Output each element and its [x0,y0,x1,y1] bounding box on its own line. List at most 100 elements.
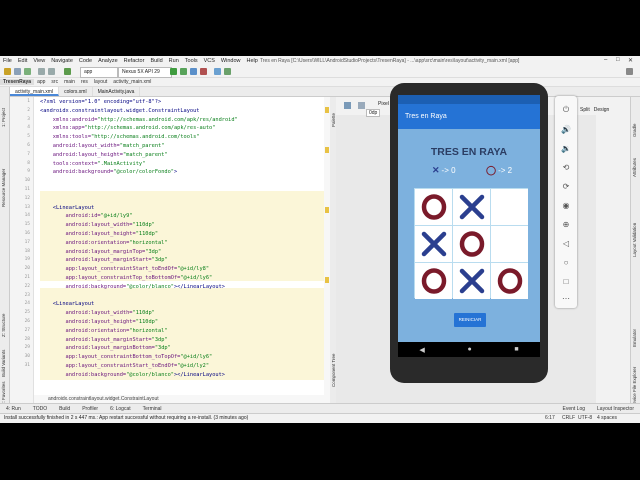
line-number[interactable]: 18 [25,249,30,254]
recents-icon[interactable]: ■ [514,346,518,353]
rotate-right-icon[interactable]: ⟳ [560,180,572,192]
line-number[interactable]: 15 [25,222,30,227]
line-number[interactable]: 24 [25,301,30,306]
device-select[interactable]: Nexus 5X API 29 [118,67,172,78]
tab-main-activity[interactable]: MainActivity.java [93,87,141,96]
indent-setting[interactable]: 4 spaces [597,414,617,423]
line-separator[interactable]: CRLF [562,414,575,423]
board-cell[interactable] [491,189,528,225]
rotate-left-icon[interactable]: ⟲ [560,161,572,173]
line-number[interactable]: 16 [25,231,30,236]
sdk-manager-icon[interactable] [224,68,231,75]
line-number[interactable]: 26 [25,319,30,324]
reset-button[interactable]: REINICIAR [454,313,486,327]
breadcrumb-src[interactable]: src [48,79,61,85]
line-number[interactable]: 2 [27,108,30,113]
line-number[interactable]: 6 [27,143,30,148]
line-number[interactable]: 3 [27,117,30,122]
debug-icon[interactable] [190,68,197,75]
board-cell[interactable] [453,226,490,262]
close-icon[interactable]: ✕ [628,57,633,64]
screenshot-icon[interactable]: ◉ [560,199,572,211]
tool-todo[interactable]: TODO [27,406,53,412]
margin-select[interactable]: 0dp [366,109,381,117]
sync-icon[interactable] [24,68,31,75]
line-number[interactable]: 23 [25,293,30,298]
board-cell[interactable] [415,263,452,299]
line-number[interactable]: 4 [27,125,30,130]
run-config-select[interactable]: app [80,67,118,78]
apply-changes-icon[interactable] [180,68,187,75]
board-cell[interactable] [453,263,490,299]
avd-manager-icon[interactable] [214,68,221,75]
line-number[interactable]: 5 [27,134,30,139]
tool-layout-inspector[interactable]: Layout Inspector [591,406,640,412]
open-folder-icon[interactable] [4,68,11,75]
home-icon[interactable]: ○ [560,256,572,268]
line-number[interactable]: 7 [27,152,30,157]
line-number[interactable]: 19 [25,257,30,262]
line-number[interactable]: 30 [25,354,30,359]
volume-up-icon[interactable]: 🔊 [560,123,572,135]
line-number[interactable]: 10 [25,178,30,183]
menu-item-code[interactable]: Code [76,58,95,64]
menu-item-help[interactable]: Help [243,58,260,64]
volume-down-icon[interactable]: 🔉 [560,142,572,154]
warning-marker[interactable] [325,207,329,213]
tool-resource-manager[interactable]: Resource Manager [1,169,6,207]
board-cell[interactable] [491,263,528,299]
menu-item-edit[interactable]: Edit [15,58,30,64]
menu-item-refactor[interactable]: Refactor [121,58,148,64]
more-options-icon[interactable]: ⋯ [560,292,572,304]
device-select[interactable]: Pixel [378,101,389,107]
tab-colors[interactable]: colors.xml [59,87,93,96]
status-message[interactable]: Install successfully finished in 2 s 447… [4,415,248,421]
line-number[interactable]: 1 [27,99,30,104]
minimize-icon[interactable]: – [604,57,607,63]
stop-icon[interactable] [200,68,207,75]
tool-attributes[interactable]: Attributes [632,158,637,177]
design-mode-button[interactable]: Design [594,107,610,113]
board-cell[interactable] [453,189,490,225]
menu-item-navigate[interactable]: Navigate [48,58,76,64]
breadcrumb-app[interactable]: app [34,79,48,85]
home-icon[interactable]: ● [467,346,471,353]
line-number[interactable]: 31 [25,363,30,368]
zoom-icon[interactable]: ⊕ [560,218,572,230]
menu-item-tools[interactable]: Tools [182,58,201,64]
tool-logcat[interactable]: 6: Logcat [104,406,137,412]
cursor-position[interactable]: 6:17 [545,414,555,423]
breadcrumb-layout[interactable]: layout [91,79,110,85]
line-number[interactable]: 9 [27,169,30,174]
tool-project[interactable]: 1: Project [1,108,6,127]
line-number[interactable]: 27 [25,328,30,333]
tool-device-file-explorer[interactable]: Device File Explorer [632,367,637,407]
power-icon[interactable]: ⏻ [560,104,572,116]
warning-marker[interactable] [325,277,329,283]
line-number[interactable]: 22 [25,284,30,289]
board-cell[interactable] [415,189,452,225]
back-icon[interactable]: ◁ [560,237,572,249]
line-number[interactable]: 20 [25,266,30,271]
tool-profiler[interactable]: Profiler [76,406,104,412]
line-number[interactable]: 14 [25,213,30,218]
overview-icon[interactable]: □ [560,275,572,287]
run-icon[interactable] [170,68,177,75]
search-everywhere-icon[interactable] [626,68,633,75]
breadcrumb-res[interactable]: res [78,79,91,85]
editor-path-footer[interactable]: androidx.constraintlayout.widget.Constra… [34,395,330,403]
tool-favorites[interactable]: 2: Favorites [1,381,6,405]
tool-build-variants[interactable]: Build Variants [1,350,6,377]
tool-terminal[interactable]: Terminal [137,406,168,412]
tool-build[interactable]: Build [53,406,76,412]
line-number[interactable]: 13 [25,205,30,210]
warning-marker[interactable] [325,107,329,113]
breadcrumb-main[interactable]: main [61,79,78,85]
menu-item-vcs[interactable]: VCS [201,58,218,64]
tab-activity-main[interactable]: activity_main.xml [10,87,60,96]
tool-gradle[interactable]: Gradle [632,123,637,137]
breadcrumb-file[interactable]: activity_main.xml [110,79,154,85]
menu-item-window[interactable]: Window [218,58,244,64]
save-icon[interactable] [14,68,21,75]
file-encoding[interactable]: UTF-8 [578,414,592,423]
